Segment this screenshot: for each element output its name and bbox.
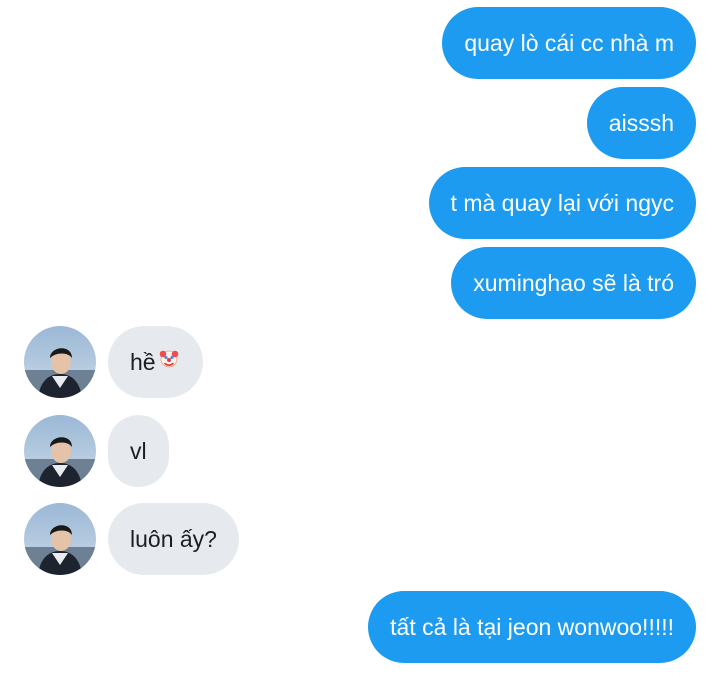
message-bubble-incoming[interactable]: luôn ấy? bbox=[108, 503, 239, 575]
message-row-incoming: hề bbox=[24, 326, 203, 398]
message-bubble-incoming[interactable]: hề bbox=[108, 326, 203, 398]
message-row-outgoing: xuminghao sẽ là tró bbox=[451, 247, 696, 319]
message-bubble-incoming[interactable]: vl bbox=[108, 415, 169, 487]
message-row-outgoing: aisssh bbox=[586, 87, 696, 159]
clown-face-icon bbox=[157, 326, 181, 398]
message-row-outgoing: quay lò cái cc nhà m bbox=[442, 7, 696, 79]
message-bubble-outgoing[interactable]: tất cả là tại jeon wonwoo!!!!! bbox=[368, 591, 696, 663]
message-row-incoming: vl bbox=[24, 415, 169, 487]
message-text: hề bbox=[130, 349, 156, 375]
message-bubble-outgoing[interactable]: t mà quay lại với ngyc bbox=[428, 167, 696, 239]
message-row-incoming: luôn ấy? bbox=[24, 503, 239, 575]
message-bubble-outgoing[interactable]: xuminghao sẽ là tró bbox=[451, 247, 696, 319]
avatar-icon[interactable] bbox=[24, 415, 96, 487]
message-row-outgoing: t mà quay lại với ngyc bbox=[428, 167, 696, 239]
avatar-icon[interactable] bbox=[24, 503, 96, 575]
avatar-icon[interactable] bbox=[24, 326, 96, 398]
message-row-outgoing: tất cả là tại jeon wonwoo!!!!! bbox=[368, 591, 696, 663]
message-bubble-outgoing[interactable]: aisssh bbox=[586, 87, 696, 159]
message-bubble-outgoing[interactable]: quay lò cái cc nhà m bbox=[442, 7, 696, 79]
